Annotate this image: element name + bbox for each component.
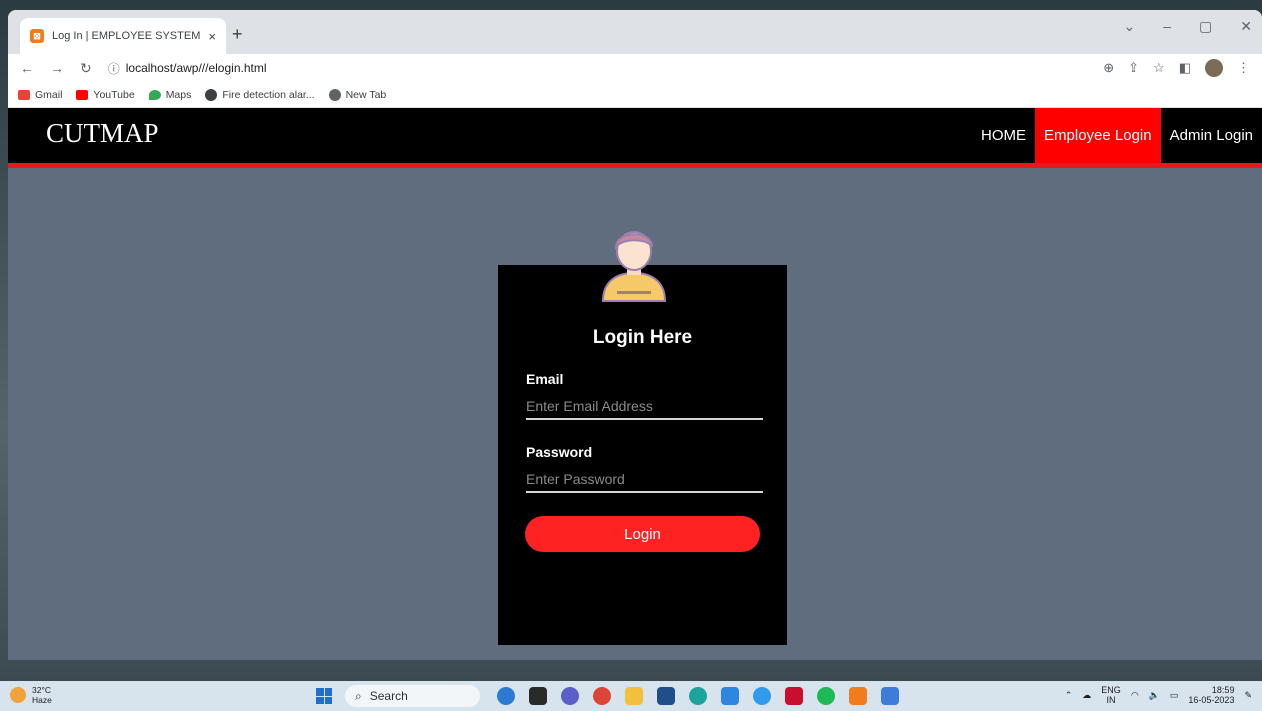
edge-icon[interactable] xyxy=(689,687,707,705)
bookmark-label: Maps xyxy=(165,88,192,101)
bookmark-youtube[interactable]: YouTube xyxy=(76,88,135,101)
weather-condition: Haze xyxy=(32,695,52,705)
weather-text: 32°C Haze xyxy=(32,685,52,705)
password-field[interactable] xyxy=(526,467,763,493)
bookmark-label: YouTube xyxy=(93,88,135,101)
share-icon[interactable]: ⇪ xyxy=(1128,60,1139,76)
browser-window: ⊠ Log In | EMPLOYEE SYSTEM × + ⌄ – ▢ ✕ ←… xyxy=(8,10,1262,660)
lang-line1: ENG xyxy=(1101,685,1121,695)
battery-icon[interactable]: ▭ xyxy=(1170,690,1179,701)
chat-icon[interactable] xyxy=(561,687,579,705)
volume-icon[interactable]: 🔈 xyxy=(1149,690,1160,701)
windows-start-icon[interactable] xyxy=(316,688,332,704)
tab-title: Log In | EMPLOYEE SYSTEM xyxy=(52,30,201,42)
bookmarks-bar: Gmail YouTube Maps Fire detection alar..… xyxy=(8,82,1262,108)
mcafee-icon[interactable] xyxy=(785,687,803,705)
reload-icon[interactable]: ↻ xyxy=(80,60,92,77)
bookmark-label: Gmail xyxy=(35,88,63,101)
user-avatar-icon xyxy=(601,231,667,302)
site-info-icon[interactable]: ⓘ xyxy=(108,60,120,77)
browser-toolbar: ← → ↻ ⓘ localhost/awp///elogin.html ⊕ ⇪ … xyxy=(8,54,1262,82)
email-label: Email xyxy=(526,371,564,387)
taskbar: 32°C Haze ⌕ Search ⌃ ☁ ENG IN ◠ 🔈 ▭ 18:5… xyxy=(0,681,1262,711)
bookmark-star-icon[interactable]: ☆ xyxy=(1153,60,1165,76)
tray-chevron-up-icon[interactable]: ⌃ xyxy=(1065,690,1073,701)
xampp-favicon-icon: ⊠ xyxy=(30,29,44,43)
gmail-icon xyxy=(18,89,30,100)
language-indicator[interactable]: ENG IN xyxy=(1101,685,1121,705)
wifi-icon[interactable]: ◠ xyxy=(1131,690,1139,701)
bookmark-fire-detection[interactable]: Fire detection alar... xyxy=(205,88,315,101)
photos-icon[interactable] xyxy=(881,687,899,705)
tab-search-chevron-icon[interactable]: ⌄ xyxy=(1124,18,1136,35)
new-tab-button[interactable]: + xyxy=(232,24,243,45)
site-brand: CUTMAP xyxy=(46,118,159,148)
minimize-icon[interactable]: – xyxy=(1163,18,1171,35)
chrome-icon[interactable] xyxy=(593,687,611,705)
back-icon[interactable]: ← xyxy=(20,60,34,76)
address-bar[interactable]: localhost/awp///elogin.html xyxy=(126,61,267,75)
nav-employee-login[interactable]: Employee Login xyxy=(1035,108,1161,163)
lang-line2: IN xyxy=(1106,695,1116,705)
date: 16-05-2023 xyxy=(1188,695,1235,705)
forward-icon[interactable]: → xyxy=(50,60,64,76)
bookmark-gmail[interactable]: Gmail xyxy=(18,89,62,101)
search-label: Search xyxy=(369,689,408,703)
zoom-icon[interactable]: ⊕ xyxy=(1103,60,1114,76)
nav-home[interactable]: HOME xyxy=(972,108,1035,163)
maps-icon xyxy=(148,89,161,100)
awp-icon[interactable] xyxy=(721,687,739,705)
taskbar-apps xyxy=(497,687,899,705)
window-controls: ⌄ – ▢ ✕ xyxy=(1124,18,1262,35)
bookmark-label: Fire detection alar... xyxy=(222,88,315,101)
tab-login[interactable]: ⊠ Log In | EMPLOYEE SYSTEM × xyxy=(20,18,226,54)
store-icon[interactable] xyxy=(657,687,675,705)
tab-strip: ⊠ Log In | EMPLOYEE SYSTEM × + ⌄ – ▢ ✕ xyxy=(8,10,1262,54)
bookmark-label: New Tab xyxy=(345,88,387,101)
youtube-icon xyxy=(76,89,89,100)
login-card: Login Here Email Password Login xyxy=(498,265,787,645)
taskbar-search[interactable]: ⌕ Search xyxy=(345,685,480,707)
site-header: CUTMAP HOME Employee Login Admin Login xyxy=(8,108,1262,168)
menu-dots-icon[interactable]: ⋮ xyxy=(1237,60,1250,76)
clock[interactable]: 18:59 16-05-2023 xyxy=(1188,685,1234,705)
bookmark-new-tab[interactable]: New Tab xyxy=(328,88,387,101)
weather-haze-icon xyxy=(10,687,26,703)
side-panel-icon[interactable]: ◧ xyxy=(1179,60,1191,76)
close-window-icon[interactable]: ✕ xyxy=(1240,18,1252,35)
search-icon: ⌕ xyxy=(355,688,362,703)
bing-icon[interactable] xyxy=(497,687,515,705)
globe-icon xyxy=(328,88,341,101)
password-label: Password xyxy=(526,444,593,460)
login-title: Login Here xyxy=(592,327,693,348)
maximize-icon[interactable]: ▢ xyxy=(1199,18,1212,35)
profile-avatar[interactable] xyxy=(1205,59,1223,77)
site-nav: HOME Employee Login Admin Login xyxy=(972,108,1262,163)
spotify-icon[interactable] xyxy=(817,687,835,705)
vscode-icon[interactable] xyxy=(753,687,771,705)
file-explorer-icon[interactable] xyxy=(625,687,643,705)
login-button[interactable]: Login xyxy=(525,516,760,552)
system-tray: ⌃ ☁ ENG IN ◠ 🔈 ▭ 18:59 16-05-2023 ✎ xyxy=(1065,685,1252,705)
xampp-icon[interactable] xyxy=(849,687,867,705)
email-field[interactable] xyxy=(526,394,763,420)
temperature: 32°C xyxy=(32,685,51,695)
tab-close-icon[interactable]: × xyxy=(208,29,216,44)
onedrive-icon[interactable]: ☁ xyxy=(1082,690,1091,701)
weather-widget[interactable]: 32°C Haze xyxy=(10,685,52,705)
nav-admin-login[interactable]: Admin Login xyxy=(1161,108,1262,163)
notifications-icon[interactable]: ✎ xyxy=(1244,690,1252,701)
bookmark-maps[interactable]: Maps xyxy=(148,88,192,101)
time: 18:59 xyxy=(1211,685,1235,695)
toolbar-actions: ⊕ ⇪ ☆ ◧ ⋮ xyxy=(1103,59,1250,77)
page-content: CUTMAP HOME Employee Login Admin Login L… xyxy=(8,108,1262,660)
fire-detection-icon xyxy=(205,88,218,101)
task-view-icon[interactable] xyxy=(529,687,547,705)
